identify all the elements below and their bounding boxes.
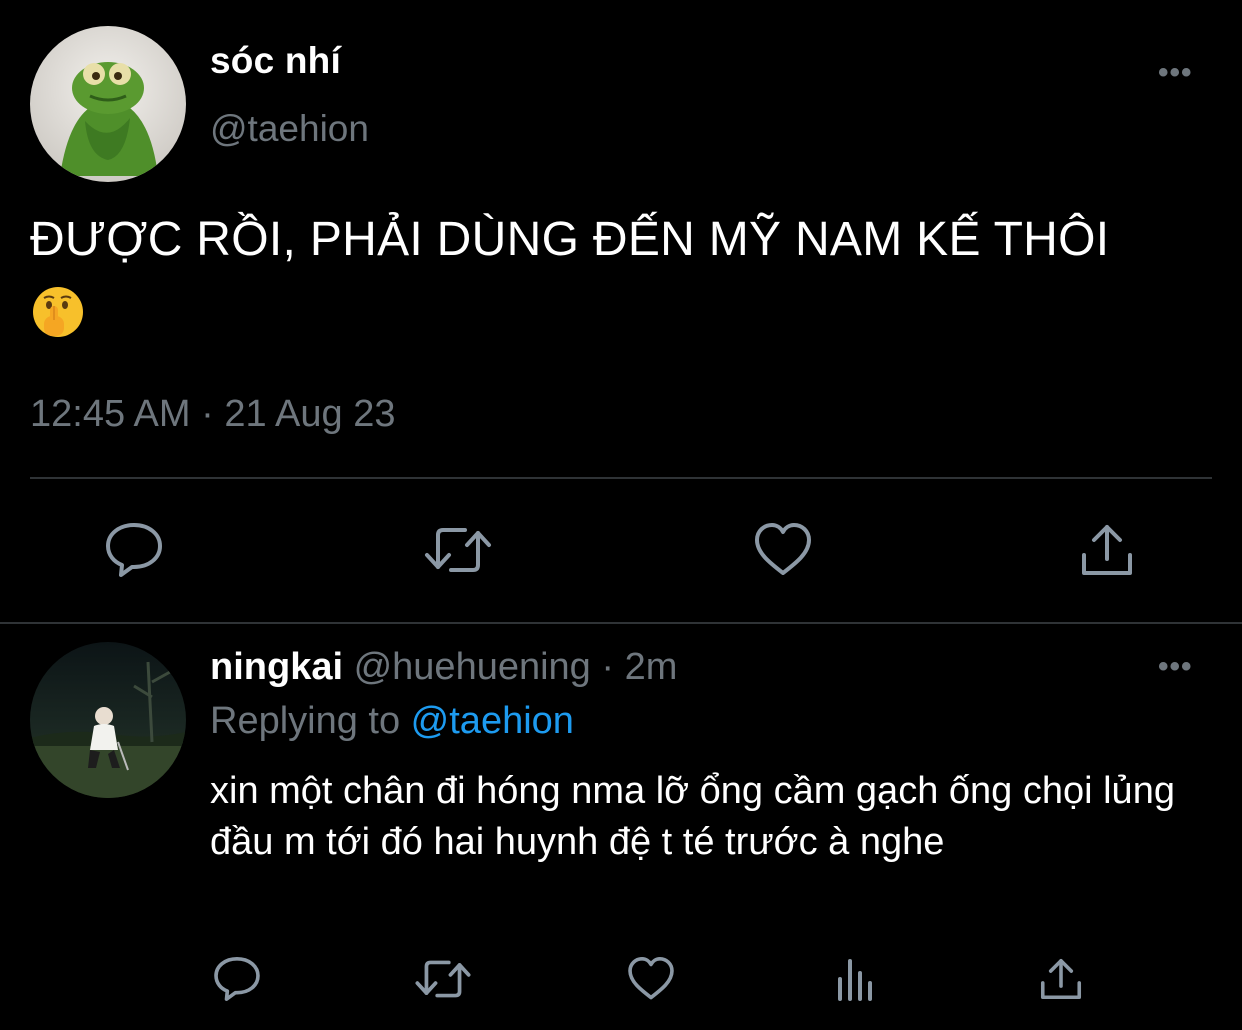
retweet-icon[interactable]: [423, 521, 493, 579]
section-divider: [0, 622, 1242, 624]
replying-to-line: Replying to @taehion: [210, 700, 574, 743]
replying-to-handle-link[interactable]: @taehion: [411, 700, 574, 742]
reply-tweet-avatar[interactable]: [30, 642, 186, 798]
reply-tweet-separator: ·: [590, 646, 625, 688]
heart-icon[interactable]: [752, 521, 814, 579]
main-tweet-avatar[interactable]: [30, 26, 186, 182]
main-tweet-handle[interactable]: @taehion: [210, 108, 369, 150]
reply-tweet-display-name[interactable]: ningkai: [210, 646, 343, 688]
main-tweet-more-icon[interactable]: •••: [1158, 58, 1193, 88]
retweet-icon[interactable]: [414, 955, 472, 1003]
replying-to-label: Replying to: [210, 700, 411, 742]
heart-icon[interactable]: [626, 955, 676, 1003]
reply-icon[interactable]: [103, 521, 165, 579]
main-tweet-text: ĐƯỢC RỒI, PHẢI DÙNG ĐẾN MỸ NAM KẾ THÔI: [30, 213, 1110, 266]
main-tweet-display-name[interactable]: sóc nhí: [210, 40, 341, 82]
night-photo-avatar-image: [30, 642, 186, 798]
reply-tweet-more-icon[interactable]: •••: [1158, 652, 1193, 682]
stats-icon[interactable]: [834, 955, 878, 1003]
main-tweet-timestamp: 12:45 AM · 21 Aug 23: [30, 393, 396, 435]
reply-tweet-age: 2m: [624, 646, 678, 688]
reply-tweet-handle[interactable]: @huehuening: [354, 646, 591, 688]
share-icon[interactable]: [1038, 955, 1084, 1003]
reply-tweet-header: ningkai @huehuening · 2m: [210, 646, 677, 689]
shushing-face-emoji: [30, 284, 86, 340]
reply-tweet-text: xin một chân đi hóng nma lỡ ổng cầm gạch…: [210, 770, 1175, 863]
divider: [30, 477, 1212, 479]
kermit-avatar-image: [30, 26, 186, 182]
share-icon[interactable]: [1078, 521, 1136, 579]
reply-icon[interactable]: [212, 955, 262, 1003]
